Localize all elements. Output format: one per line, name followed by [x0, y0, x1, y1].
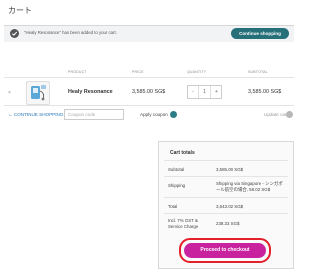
header-subtotal: SUBTOTAL [248, 70, 268, 74]
update-cart-button[interactable]: Update cart [264, 112, 288, 117]
product-name[interactable]: Healy Resonance [68, 89, 113, 95]
cart-totals-title: Cart totals [170, 150, 195, 156]
header-product: PRODUCT [68, 70, 87, 74]
product-price: 3,585.00 SG$ [132, 89, 166, 95]
continue-shopping-link[interactable]: ← CONTINUE SHOPPING [8, 112, 63, 117]
remove-item-button[interactable]: × [8, 90, 11, 96]
cart-notice: "Healy Resonance" has been added to your… [4, 25, 294, 42]
check-icon [10, 29, 19, 38]
product-thumbnail[interactable] [26, 81, 50, 105]
tax-label: Incl. 7% GST & Service Charge [168, 218, 199, 229]
shipping-value: Shipping via Singapore - シンガポール航空の場合, 58… [216, 181, 283, 192]
quantity-stepper[interactable]: - 1 + [187, 85, 222, 99]
apply-arrow-icon[interactable] [170, 111, 177, 123]
total-label: Total [168, 204, 178, 209]
quantity-input[interactable]: 1 [199, 86, 210, 98]
total-value: 3,643.02 SG$ [216, 204, 244, 209]
subtotal-value: 3,585.00 SG$ [216, 167, 244, 172]
proceed-to-checkout-button[interactable]: Proceed to checkout [184, 243, 266, 258]
divider [4, 77, 294, 78]
divider [164, 160, 288, 161]
divider [164, 197, 288, 198]
tax-value: 238.33 SG$ [216, 221, 240, 226]
continue-shopping-label: CONTINUE SHOPPING [13, 112, 64, 117]
decrease-quantity-button[interactable]: - [188, 86, 199, 98]
header-price: PRICE [132, 70, 144, 74]
divider [4, 105, 294, 106]
divider [164, 213, 288, 214]
product-subtotal: 3,585.00 SG$ [248, 89, 282, 95]
header-quantity: QUANTITY [187, 70, 207, 74]
apply-coupon-button[interactable]: Apply coupon [140, 112, 168, 117]
subtotal-label: Subtotal [168, 167, 185, 172]
continue-shopping-button[interactable]: Continue shopping [231, 28, 289, 39]
notice-message: "Healy Resonance" has been added to your… [24, 30, 117, 35]
product-image-icon [31, 85, 46, 101]
shipping-label: Shipping [168, 183, 186, 188]
increase-quantity-button[interactable]: + [210, 86, 222, 98]
page-title: カート [8, 6, 32, 15]
refresh-icon[interactable] [286, 111, 293, 123]
divider [164, 176, 288, 177]
coupon-input[interactable]: Coupon code [64, 109, 124, 120]
